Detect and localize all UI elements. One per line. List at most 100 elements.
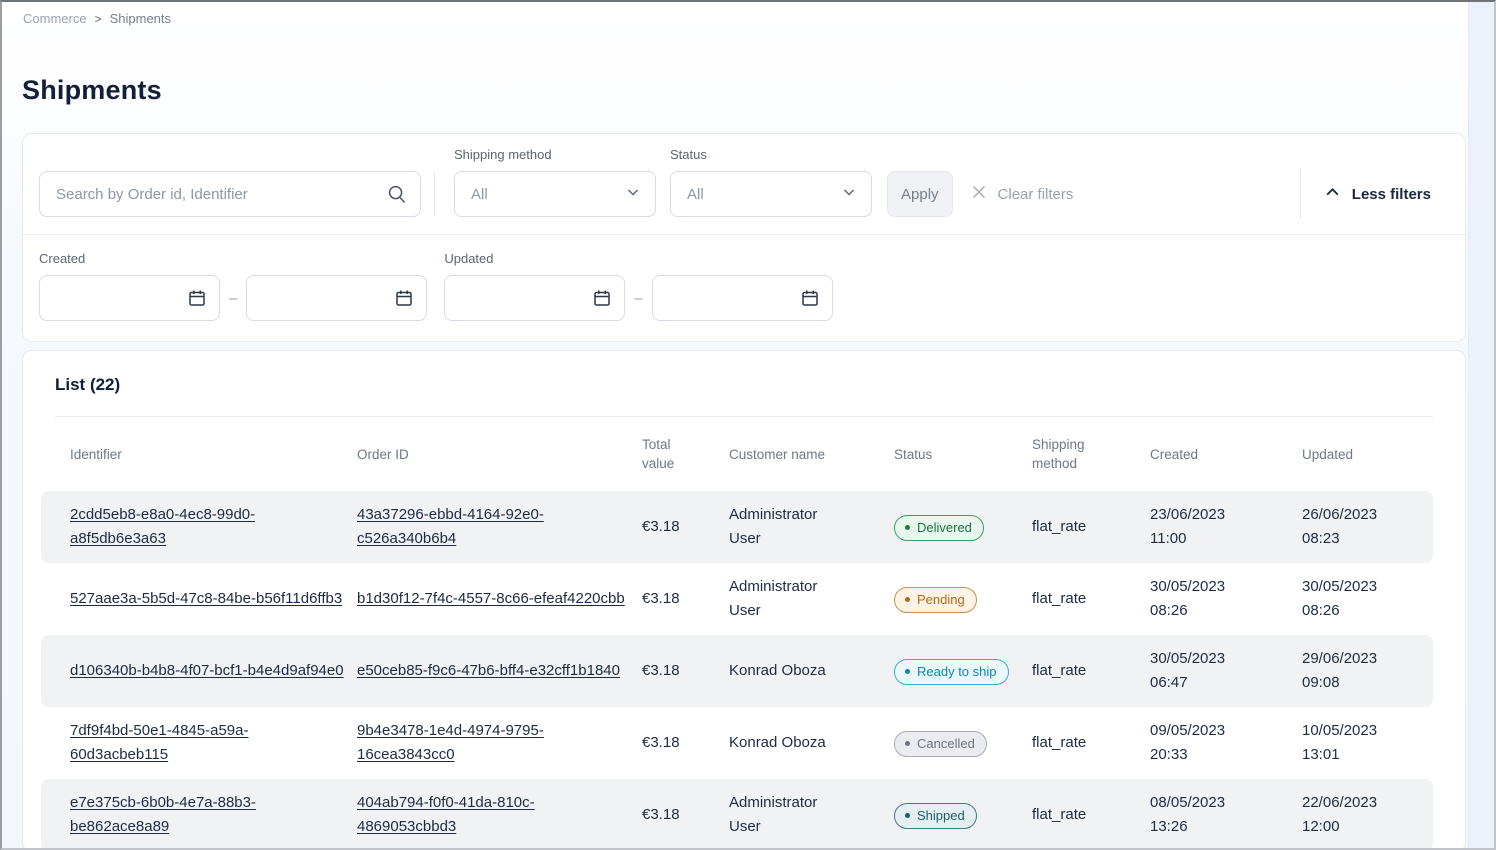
total-value-cell: €3.18 bbox=[642, 515, 729, 539]
shipping-method-cell: flat_rate bbox=[1032, 587, 1150, 611]
updated-cell: 26/06/2023 08:23 bbox=[1302, 503, 1433, 551]
search-icon bbox=[387, 184, 407, 209]
status-dot-icon bbox=[905, 813, 910, 818]
updated-cell: 30/05/2023 08:26 bbox=[1302, 575, 1433, 623]
identifier-cell: d106340b-b4b8-4f07-bcf1-b4e4d9af94e0 bbox=[41, 659, 357, 683]
created-from-input[interactable] bbox=[39, 275, 220, 321]
order-id-link[interactable]: b1d30f12-7f4c-4557-8c66-efeaf4220cbb bbox=[357, 590, 625, 607]
search-field bbox=[39, 171, 421, 217]
customer-name-cell: Konrad Oboza bbox=[729, 659, 894, 683]
table-row: d106340b-b4b8-4f07-bcf1-b4e4d9af94e0 e50… bbox=[41, 635, 1433, 707]
updated-from-input[interactable] bbox=[444, 275, 625, 321]
clear-filters-label: Clear filters bbox=[998, 186, 1074, 203]
identifier-link[interactable]: 7df9f4bd-50e1-4845-a59a-60d3acbeb115 bbox=[70, 722, 248, 763]
shipping-method-cell: flat_rate bbox=[1032, 731, 1150, 755]
clear-filters-button[interactable]: Clear filters bbox=[970, 171, 1074, 217]
chevron-up-icon bbox=[1324, 184, 1341, 205]
chevron-down-icon bbox=[625, 184, 641, 204]
status-dot-icon bbox=[905, 597, 910, 602]
column-header-total-value: Total value bbox=[642, 435, 729, 473]
status-label: Status bbox=[670, 147, 872, 162]
order-id-link[interactable]: 9b4e3478-1e4d-4974-9795-16cea3843cc0 bbox=[357, 722, 544, 763]
status-badge: Cancelled bbox=[894, 731, 987, 757]
total-value-cell: €3.18 bbox=[642, 659, 729, 683]
updated-to-input[interactable] bbox=[652, 275, 833, 321]
created-cell: 09/05/2023 20:33 bbox=[1150, 719, 1302, 767]
updated-label: Updated bbox=[444, 251, 832, 266]
shipping-method-cell: flat_rate bbox=[1032, 659, 1150, 683]
filters-row-dates: Created – bbox=[23, 235, 1465, 341]
column-header-created: Created bbox=[1150, 445, 1302, 464]
identifier-link[interactable]: 2cdd5eb8-e8a0-4ec8-99d0-a8f5db6e3a63 bbox=[70, 506, 255, 547]
created-cell: 08/05/2023 13:26 bbox=[1150, 791, 1302, 839]
table-row: e7e375cb-6b0b-4e7a-88b3-be862ace8a89 404… bbox=[41, 779, 1433, 850]
status-cell: Delivered bbox=[894, 514, 1032, 541]
table-row: 2cdd5eb8-e8a0-4ec8-99d0-a8f5db6e3a63 43a… bbox=[41, 491, 1433, 563]
updated-cell: 22/06/2023 12:00 bbox=[1302, 791, 1433, 839]
table-row: 527aae3a-5b5d-47c8-84be-b56f11d6ffb3 b1d… bbox=[41, 563, 1433, 635]
order-id-cell: b1d30f12-7f4c-4557-8c66-efeaf4220cbb bbox=[357, 587, 642, 611]
order-id-link[interactable]: 404ab794-f0f0-41da-810c-4869053cbbd3 bbox=[357, 794, 535, 835]
order-id-cell: 404ab794-f0f0-41da-810c-4869053cbbd3 bbox=[357, 791, 642, 839]
created-to-input[interactable] bbox=[246, 275, 427, 321]
created-label: Created bbox=[39, 251, 427, 266]
scrollbar-track[interactable] bbox=[1468, 2, 1494, 848]
status-cell: Cancelled bbox=[894, 730, 1032, 757]
identifier-cell: 2cdd5eb8-e8a0-4ec8-99d0-a8f5db6e3a63 bbox=[41, 503, 357, 551]
order-id-link[interactable]: e50ceb85-f9c6-47b6-bff4-e32cff1b1840 bbox=[357, 662, 620, 679]
order-id-cell: e50ceb85-f9c6-47b6-bff4-e32cff1b1840 bbox=[357, 659, 642, 683]
order-id-link[interactable]: 43a37296-ebbd-4164-92e0-c526a340b6b4 bbox=[357, 506, 544, 547]
status-select[interactable]: All bbox=[670, 171, 872, 217]
updated-cell: 10/05/2023 13:01 bbox=[1302, 719, 1433, 767]
created-cell: 30/05/2023 06:47 bbox=[1150, 647, 1302, 695]
identifier-link[interactable]: 527aae3a-5b5d-47c8-84be-b56f11d6ffb3 bbox=[70, 590, 342, 607]
status-dot-icon bbox=[905, 669, 910, 674]
shipping-method-filter: Shipping method All bbox=[454, 147, 656, 217]
status-dot-icon bbox=[905, 525, 910, 530]
status-cell: Pending bbox=[894, 586, 1032, 613]
status-badge: Shipped bbox=[894, 803, 977, 829]
date-range-dash: – bbox=[634, 290, 642, 307]
column-header-identifier: Identifier bbox=[41, 445, 357, 464]
status-badge: Pending bbox=[894, 587, 977, 613]
identifier-cell: e7e375cb-6b0b-4e7a-88b3-be862ace8a89 bbox=[41, 791, 357, 839]
breadcrumb-commerce[interactable]: Commerce bbox=[23, 11, 87, 26]
customer-name-cell: Administrator User bbox=[729, 791, 894, 839]
total-value-cell: €3.18 bbox=[642, 731, 729, 755]
main-content: Commerce > Shipments Shipments Shipping me… bbox=[2, 2, 1466, 848]
app-window: Commerce > Shipments Shipments Shipping me… bbox=[0, 0, 1496, 850]
breadcrumb-shipments: Shipments bbox=[110, 11, 171, 26]
page-title: Shipments bbox=[22, 75, 1466, 106]
identifier-link[interactable]: e7e375cb-6b0b-4e7a-88b3-be862ace8a89 bbox=[70, 794, 256, 835]
filters-toggle-area: Less filters bbox=[1300, 171, 1465, 217]
column-header-updated: Updated bbox=[1302, 445, 1433, 464]
customer-name-cell: Administrator User bbox=[729, 575, 894, 623]
status-cell: Ready to ship bbox=[894, 658, 1032, 685]
created-cell: 30/05/2023 08:26 bbox=[1150, 575, 1302, 623]
shipping-method-cell: flat_rate bbox=[1032, 803, 1150, 827]
filters-row-main: Shipping method All Status All bbox=[23, 134, 1465, 234]
shipping-method-select[interactable]: All bbox=[454, 171, 656, 217]
breadcrumb-separator-icon: > bbox=[95, 12, 102, 26]
shipments-list-panel: List (22) Identifier Order ID Total valu… bbox=[22, 350, 1466, 850]
apply-button[interactable]: Apply bbox=[887, 171, 953, 217]
close-icon bbox=[970, 183, 988, 205]
status-value: All bbox=[687, 186, 704, 203]
column-header-shipping-method: Shipping method bbox=[1032, 435, 1150, 473]
column-header-customer-name: Customer name bbox=[729, 445, 894, 464]
search-input[interactable] bbox=[39, 171, 421, 217]
customer-name-cell: Konrad Oboza bbox=[729, 731, 894, 755]
table-row: 7df9f4bd-50e1-4845-a59a-60d3acbeb115 9b4… bbox=[41, 707, 1433, 779]
identifier-link[interactable]: d106340b-b4b8-4f07-bcf1-b4e4d9af94e0 bbox=[70, 662, 344, 679]
updated-date-filter: Updated – bbox=[444, 251, 832, 321]
table-body: 2cdd5eb8-e8a0-4ec8-99d0-a8f5db6e3a63 43a… bbox=[41, 491, 1433, 850]
chevron-down-icon bbox=[841, 184, 857, 204]
shipping-method-cell: flat_rate bbox=[1032, 515, 1150, 539]
less-filters-label: Less filters bbox=[1352, 186, 1431, 203]
list-title: List (22) bbox=[55, 375, 1465, 395]
breadcrumb: Commerce > Shipments bbox=[2, 2, 1466, 26]
status-filter: Status All bbox=[670, 147, 872, 217]
shipping-method-value: All bbox=[471, 186, 488, 203]
filters-divider-vertical bbox=[434, 172, 435, 216]
less-filters-toggle[interactable]: Less filters bbox=[1301, 171, 1465, 217]
